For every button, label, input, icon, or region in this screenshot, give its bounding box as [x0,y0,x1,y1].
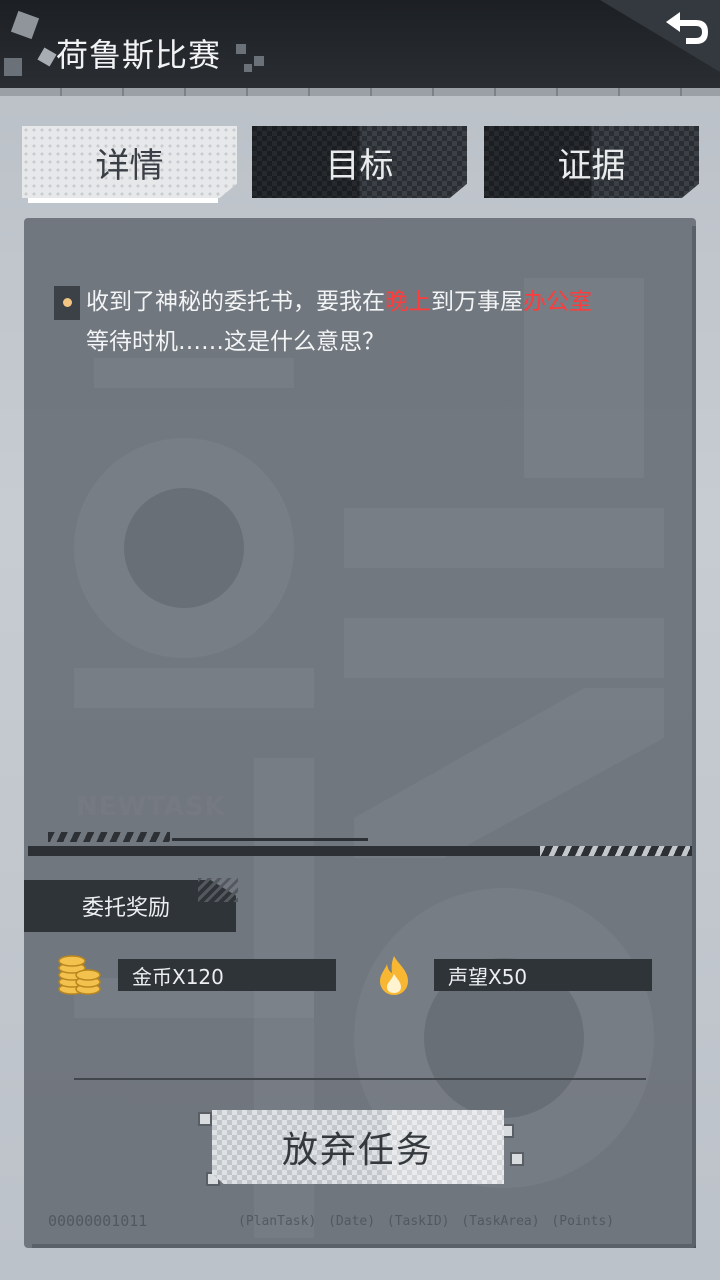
header-bar: 荷鲁斯比赛 [0,0,720,96]
abandon-task-label: 放弃任务 [281,1130,434,1171]
coins-icon [58,955,101,995]
reward-label-text: 委托奖励 [82,896,171,921]
footer-tags: (PlanTask) (Date) (TaskID) (TaskArea) (P… [238,1214,615,1229]
button-corner-deco [510,1152,524,1166]
description-line2: 等待时机……这是什么意思？ [86,329,385,355]
tab-details-label: 详情 [95,145,164,186]
description-highlight-time: 晚上 [385,289,431,315]
reward-coins-text: 金币X120 [132,964,224,989]
back-arrow-icon [666,12,708,44]
button-corner-deco [198,1112,212,1126]
abandon-task-button[interactable]: 放弃任务 [212,1110,504,1184]
description-highlight-place: 办公室 [523,289,592,315]
active-tab-indicator-dot [210,198,218,203]
description-text: 收到了神秘的委托书，要我在晚上到万事屋办公室 等待时机……这是什么意思？ [86,282,686,362]
tab-evidence[interactable]: 证据 [484,126,699,198]
flame-icon [380,956,408,995]
divider-stripes-left [48,832,170,842]
tab-objectives[interactable]: 目标 [252,126,467,198]
divider-line [172,838,368,841]
description-part2: 到万事屋 [431,289,523,315]
tab-details[interactable]: 详情 [22,126,237,198]
tab-evidence-label: 证据 [557,145,626,186]
page-title: 荷鲁斯比赛 [56,36,222,74]
reward-coins: 金币X120 [118,959,336,991]
reward-reputation-text: 声望X50 [448,964,528,989]
description-part1: 收到了神秘的委托书，要我在 [86,289,385,315]
reward-reputation: 声望X50 [434,959,652,991]
footer-code: 00000001011 [48,1212,148,1230]
bullet-icon [54,286,80,320]
reward-separator [74,1078,646,1080]
active-tab-indicator [28,198,218,203]
reward-label-stripes [198,878,238,902]
newtask-watermark: NEWTASK [76,792,226,822]
divider-stripes-right [540,846,690,856]
back-button[interactable] [600,0,720,72]
tab-objectives-label: 目标 [325,145,394,186]
header-rail [0,88,720,96]
background-decoration [74,278,664,1238]
